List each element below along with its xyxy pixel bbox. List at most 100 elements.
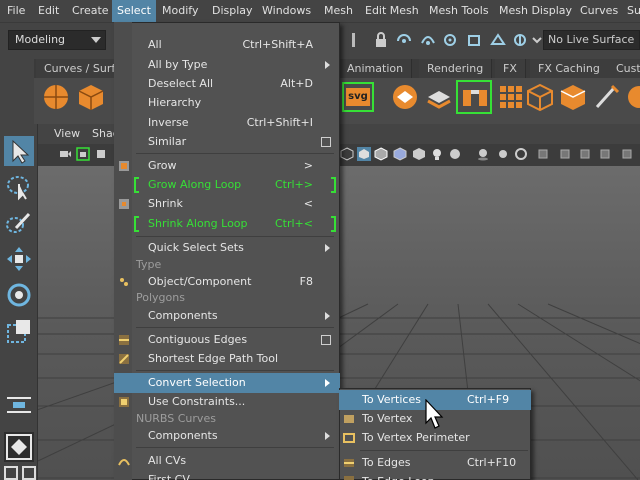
shelf-tab-fx[interactable]: FX bbox=[495, 59, 526, 78]
multi-cut-icon[interactable] bbox=[592, 82, 622, 112]
xray-joints-icon[interactable] bbox=[598, 147, 612, 161]
wireframe-on-shaded-icon[interactable] bbox=[374, 147, 388, 161]
depth-of-field-icon[interactable] bbox=[536, 147, 550, 161]
menu-item-grow-along-loop[interactable]: Grow Along Loop Ctrl+> bbox=[114, 175, 340, 195]
menu-item-shrink[interactable]: Shrink < bbox=[114, 194, 340, 214]
menu-item-convert-selection[interactable]: Convert Selection bbox=[114, 373, 340, 393]
lasso-icon bbox=[7, 176, 29, 201]
menu-item-polygon-components[interactable]: Components bbox=[114, 306, 340, 326]
svg-tool-button[interactable]: svg bbox=[342, 82, 374, 112]
last-tool-used[interactable] bbox=[4, 390, 34, 420]
isolate-icon[interactable] bbox=[558, 147, 572, 161]
menu-item-hierarchy[interactable]: Hierarchy bbox=[114, 93, 340, 113]
snap-surface-icon[interactable] bbox=[489, 31, 507, 49]
menu-item-use-constraints[interactable]: Use Constraints... bbox=[114, 392, 340, 412]
scale-tool[interactable] bbox=[4, 316, 34, 346]
menu-item-all[interactable]: All Ctrl+Shift+A bbox=[114, 35, 340, 55]
menu-file[interactable]: File bbox=[2, 0, 30, 22]
snap-icon[interactable] bbox=[345, 31, 363, 49]
menu-mesh[interactable]: Mesh bbox=[319, 0, 358, 22]
target-weld-icon[interactable] bbox=[624, 82, 640, 112]
menu-edit-mesh[interactable]: Edit Mesh bbox=[360, 0, 424, 22]
menu-curves[interactable]: Curves bbox=[575, 0, 623, 22]
option-box-icon[interactable] bbox=[321, 137, 331, 147]
menu-item-contiguous-edges[interactable]: Contiguous Edges bbox=[114, 330, 340, 350]
xray-components-icon[interactable] bbox=[620, 147, 634, 161]
submenu-item-to-vertex-perimeter[interactable]: To Vertex Perimeter bbox=[339, 428, 531, 448]
layout-four-pane[interactable] bbox=[4, 466, 18, 480]
menu-item-shrink-along-loop[interactable]: Shrink Along Loop Ctrl+< bbox=[114, 214, 340, 234]
move-arrows-icon bbox=[7, 247, 31, 271]
make-live-icon[interactable] bbox=[511, 31, 529, 49]
motion-blur-icon[interactable] bbox=[496, 147, 510, 161]
menu-item-grow[interactable]: Grow > bbox=[114, 156, 340, 176]
menu-display[interactable]: Display bbox=[207, 0, 258, 22]
lock-camera-icon[interactable] bbox=[76, 147, 90, 161]
snap-curve-icon[interactable] bbox=[419, 31, 437, 49]
ambient-occlusion-icon[interactable] bbox=[476, 147, 490, 161]
menu-item-similar[interactable]: Similar bbox=[114, 132, 340, 152]
paint-select-tool[interactable] bbox=[4, 208, 34, 238]
shadows-icon[interactable] bbox=[448, 147, 462, 161]
menu-mesh-display[interactable]: Mesh Display bbox=[494, 0, 577, 22]
combine-icon[interactable] bbox=[496, 82, 526, 112]
wireframe-icon[interactable] bbox=[340, 147, 354, 161]
separate-icon[interactable] bbox=[525, 82, 555, 112]
layout-two-pane[interactable] bbox=[22, 466, 36, 480]
layout-icon bbox=[6, 434, 32, 460]
menu-windows[interactable]: Windows bbox=[257, 0, 316, 22]
menu-create[interactable]: Create bbox=[67, 0, 114, 22]
smooth-shade-icon[interactable] bbox=[357, 147, 371, 161]
snap-grid-icon[interactable] bbox=[395, 31, 413, 49]
submenu-item-to-edge-loop[interactable]: To Edge Loop bbox=[339, 472, 531, 480]
menu-set-dropdown[interactable]: Modeling bbox=[8, 30, 106, 50]
bevel-icon[interactable] bbox=[390, 82, 420, 112]
menu-modify[interactable]: Modify bbox=[157, 0, 203, 22]
textured-icon[interactable] bbox=[393, 147, 407, 161]
lock-icon[interactable] bbox=[372, 31, 390, 49]
rotate-tool[interactable] bbox=[4, 280, 34, 310]
menu-edit[interactable]: Edit bbox=[33, 0, 64, 22]
menu-select[interactable]: Select bbox=[112, 0, 156, 22]
live-surface-field[interactable]: No Live Surface bbox=[543, 30, 640, 50]
menu-item-all-by-type[interactable]: All by Type bbox=[114, 55, 340, 75]
submenu-divider bbox=[360, 450, 528, 451]
submenu-item-to-edges[interactable]: To Edges Ctrl+F10 bbox=[339, 453, 531, 473]
menu-item-quick-select-sets[interactable]: Quick Select Sets bbox=[114, 238, 340, 258]
menu-item-inverse[interactable]: Inverse Ctrl+Shift+I bbox=[114, 113, 340, 133]
shelf-tab-custom[interactable]: Cust bbox=[608, 59, 640, 78]
lasso-tool[interactable] bbox=[4, 172, 34, 202]
shelf-tab-fx-caching[interactable]: FX Caching bbox=[530, 59, 609, 78]
snap-view-plane-icon[interactable] bbox=[466, 31, 484, 49]
submenu-item-to-vertex-faces[interactable]: To Vertex Faces bbox=[339, 409, 419, 429]
menu-surfaces[interactable]: Su bbox=[622, 0, 640, 22]
section-header-polygons: Polygons bbox=[136, 291, 185, 304]
viewport-menu-view[interactable]: View bbox=[54, 124, 80, 144]
xray-icon[interactable] bbox=[578, 147, 592, 161]
lights-icon[interactable] bbox=[412, 147, 426, 161]
option-box-icon[interactable] bbox=[321, 335, 331, 345]
layout-single-pane[interactable] bbox=[4, 432, 34, 462]
extrude-icon[interactable] bbox=[424, 82, 454, 112]
menu-item-nurbs-components[interactable]: Components bbox=[114, 426, 340, 446]
menu-item-object-component[interactable]: Object/Component F8 bbox=[114, 272, 340, 292]
mouse-cursor-icon bbox=[425, 399, 444, 429]
select-tool[interactable] bbox=[4, 136, 34, 166]
shelf-tab-animation[interactable]: Animation bbox=[339, 59, 413, 78]
camera-icon[interactable] bbox=[58, 147, 72, 161]
bridge-icon bbox=[463, 90, 487, 106]
poly-sphere-icon[interactable] bbox=[41, 82, 71, 112]
menu-item-shortest-edge-path-tool[interactable]: Shortest Edge Path Tool bbox=[114, 349, 340, 369]
smooth-icon[interactable] bbox=[558, 82, 588, 112]
snap-point-icon[interactable] bbox=[442, 31, 460, 49]
anti-alias-icon[interactable] bbox=[514, 147, 528, 161]
bookmark-icon[interactable] bbox=[94, 147, 108, 161]
light-bulb-icon[interactable] bbox=[430, 147, 444, 161]
menu-item-first-cv[interactable]: First CV bbox=[114, 470, 340, 480]
move-tool[interactable] bbox=[4, 244, 34, 274]
poly-cube-icon[interactable] bbox=[76, 82, 106, 112]
menu-mesh-tools[interactable]: Mesh Tools bbox=[424, 0, 494, 22]
menu-item-all-cvs[interactable]: All CVs bbox=[114, 451, 340, 471]
shelf-tab-rendering[interactable]: Rendering bbox=[419, 59, 493, 78]
menu-item-deselect-all[interactable]: Deselect All Alt+D bbox=[114, 74, 340, 94]
